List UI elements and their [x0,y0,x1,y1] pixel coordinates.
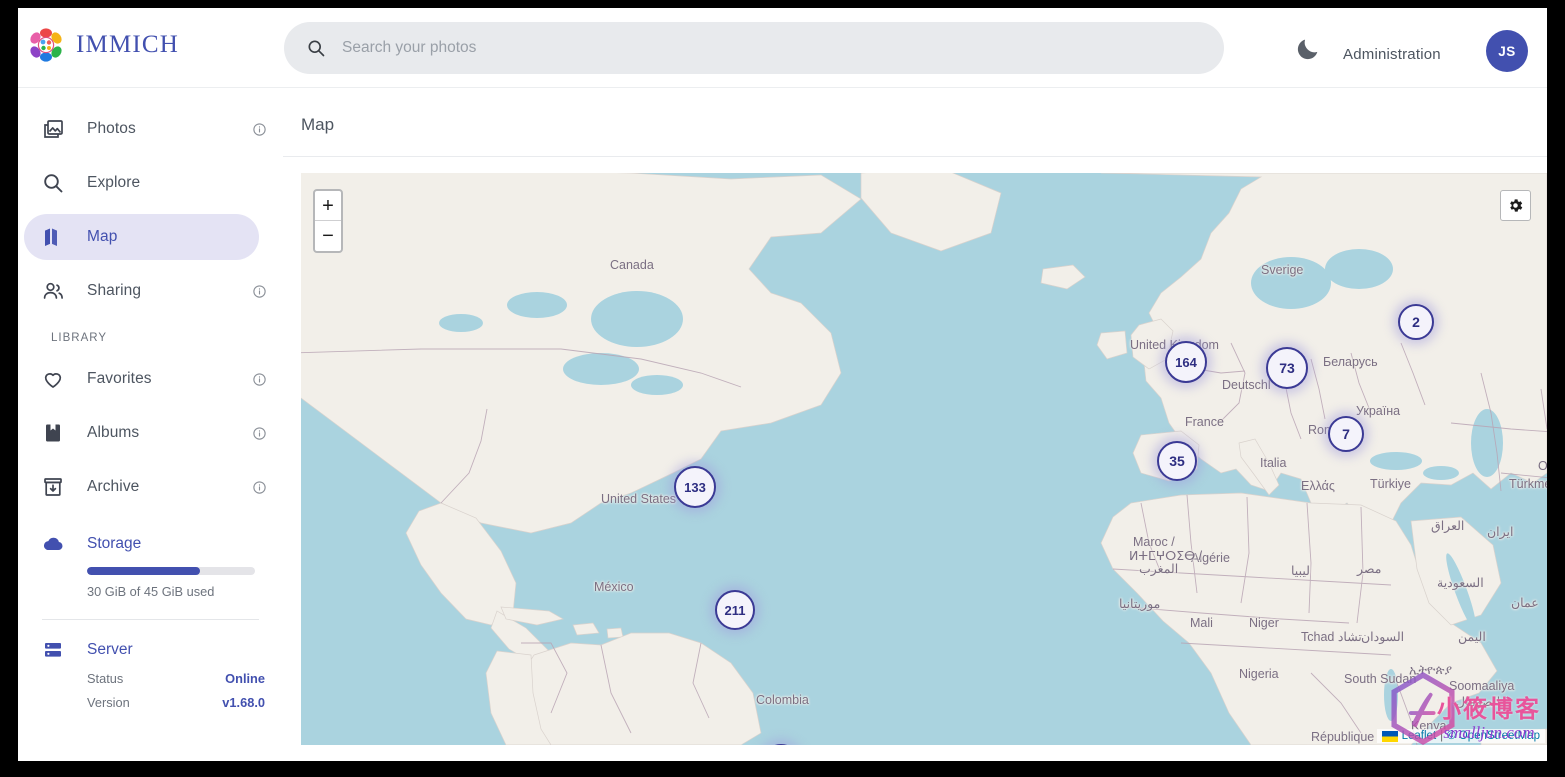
map-cluster-marker[interactable]: 133 [674,466,716,508]
people-icon [43,282,63,299]
sidebar-item-photos[interactable]: Photos [24,106,266,152]
sidebar-item-label: Archive [87,478,140,495]
sidebar: Photos Explore Map Sharing LIBRARY Favor… [18,88,283,761]
archive-icon [44,478,62,496]
server-title: Server [87,641,133,658]
attribution-leaflet[interactable]: Leaflet [1402,730,1437,742]
attribution-separator: | [1440,730,1444,742]
info-icon[interactable] [252,426,267,441]
sidebar-item-label: Sharing [87,282,142,299]
server-status-row: Status Online [87,671,265,686]
map-cluster-marker[interactable]: 2 [1398,304,1434,340]
photos-icon [44,120,63,138]
sidebar-divider [42,619,259,620]
cloud-icon [43,537,63,550]
storage-progress-bar [87,567,255,575]
server-icon [45,643,61,657]
administration-link[interactable]: Administration [1343,46,1441,63]
search-bar[interactable] [284,22,1224,74]
sidebar-item-archive[interactable]: Archive [24,464,266,510]
map-zoom-controls: + − [313,189,343,253]
map-settings-button[interactable] [1500,190,1531,221]
map-cluster-marker[interactable]: 35 [1157,441,1197,481]
moon-icon[interactable] [1294,35,1322,63]
map-cluster-marker[interactable]: 73 [1266,347,1308,389]
user-avatar[interactable]: JS [1486,30,1528,72]
sidebar-item-label: Favorites [87,370,152,387]
map-cluster-marker[interactable]: 7 [1328,416,1364,452]
zoom-out-button[interactable]: − [315,221,341,251]
brand-name: IMMICH [76,31,180,58]
map-attribution: Leaflet | © OpenStreetMap [1376,729,1545,743]
gear-icon [1510,199,1523,212]
sidebar-item-label: Explore [87,174,141,191]
storage-title: Storage [87,535,142,552]
heart-icon [44,373,62,388]
zoom-in-button[interactable]: + [315,191,341,221]
map-icon [45,228,57,246]
immich-logo-icon [30,28,62,62]
album-icon [46,424,60,442]
sidebar-item-map[interactable]: Map [24,214,259,260]
library-section-label: LIBRARY [51,332,108,344]
info-icon[interactable] [252,372,267,387]
map-cluster-marker[interactable]: 164 [1165,341,1207,383]
main-content: Map Canada United States México Colombia… [283,88,1547,761]
sidebar-item-label: Albums [87,424,140,441]
immich-app: IMMICH Administration JS Photos [18,8,1547,761]
page-title: Map [301,115,335,134]
storage-panel: Storage 30 GiB of 45 GiB used [18,532,283,599]
storage-usage-text: 30 GiB of 45 GiB used [87,584,215,599]
map-tiles [301,173,1547,745]
storage-progress-fill [87,567,200,575]
sidebar-item-label: Photos [87,120,136,137]
server-version-label: Version [87,695,130,710]
info-icon[interactable] [252,122,267,137]
ukraine-flag-icon [1381,730,1398,742]
server-version-row: Version v1.68.0 [87,695,265,710]
brand-logo[interactable]: IMMICH [26,25,179,65]
server-panel: Server Status Online Version v1.68.0 [18,638,283,710]
attribution-osm[interactable]: © OpenStreetMap [1447,730,1540,742]
map-cluster-marker[interactable]: 211 [715,590,755,630]
search-icon [308,40,325,57]
top-header: IMMICH Administration JS [18,8,1547,88]
server-status-value: Online [225,671,265,686]
sidebar-item-favorites[interactable]: Favorites [24,356,266,402]
search-input[interactable] [342,39,1142,57]
sidebar-item-label: Map [87,228,118,245]
search-icon [44,174,63,193]
server-status-label: Status [87,671,124,686]
sidebar-item-sharing[interactable]: Sharing [24,268,266,314]
info-icon[interactable] [252,480,267,495]
sidebar-item-albums[interactable]: Albums [24,410,266,456]
server-version-value: v1.68.0 [222,695,265,710]
info-icon[interactable] [252,284,267,299]
map-canvas[interactable]: CanadaUnited StatesMéxicoColombiaPeBoliv… [301,173,1547,745]
sidebar-item-explore[interactable]: Explore [24,160,259,206]
title-divider [283,156,1547,157]
